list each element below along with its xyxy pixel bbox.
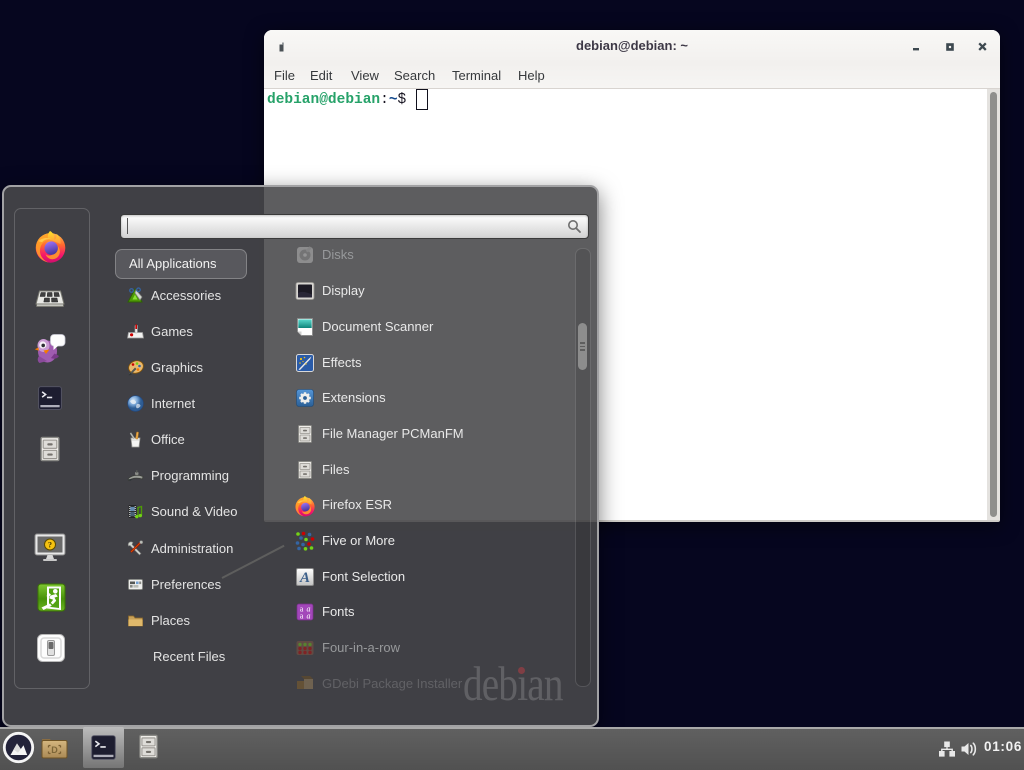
svg-text:D: D xyxy=(51,745,58,755)
svg-text:?: ? xyxy=(48,541,52,550)
svg-text:A: A xyxy=(299,570,310,586)
svg-text:a: a xyxy=(300,612,304,621)
svg-text:a: a xyxy=(307,612,311,621)
